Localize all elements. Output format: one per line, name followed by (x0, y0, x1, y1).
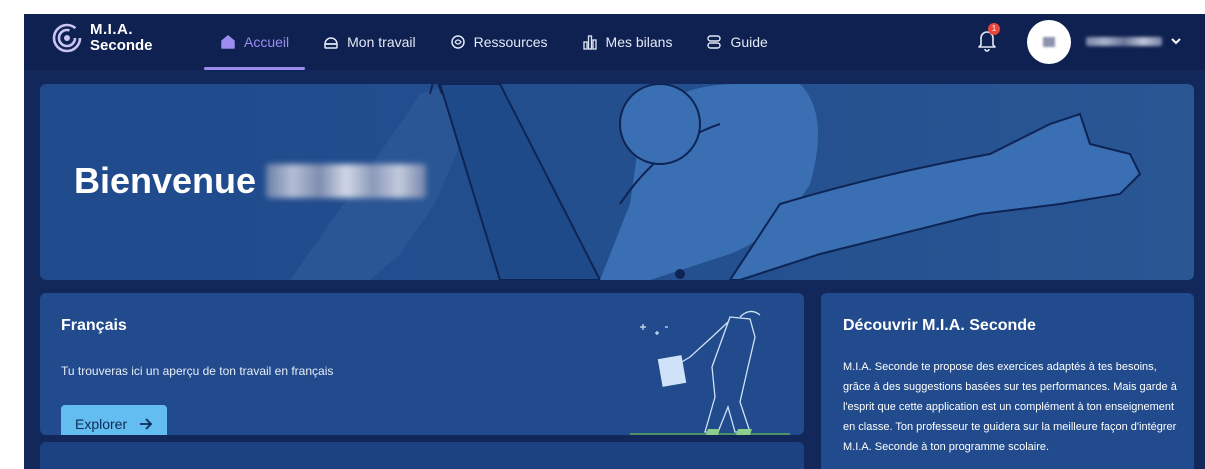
student-reading-illustration (630, 310, 790, 435)
arrow-right-icon (140, 417, 153, 430)
nav-item-ressources[interactable]: Ressources (434, 14, 564, 70)
nav-item-label: Accueil (244, 34, 290, 50)
logo-line1: M.I.A. (90, 21, 133, 38)
app-logo[interactable]: M.I.A. Seconde (52, 22, 153, 54)
nav-item-mes-bilans[interactable]: Mes bilans (566, 14, 689, 70)
nav-item-label: Ressources (473, 34, 548, 50)
discover-mia-card: Découvrir M.I.A. Seconde M.I.A. Seconde … (821, 293, 1194, 469)
notifications-button[interactable]: 1 (976, 23, 1000, 54)
bar-chart-icon (582, 35, 597, 50)
app-window: M.I.A. Seconde Accueil Mon travail Resso… (24, 14, 1205, 469)
discover-card-text: M.I.A. Seconde te propose des exercices … (843, 361, 1177, 453)
nav-item-accueil[interactable]: Accueil (204, 14, 306, 70)
explorer-button-label: Explorer (75, 415, 128, 432)
nav-item-guide[interactable]: Guide (690, 14, 783, 70)
user-name-redacted[interactable] (1086, 37, 1162, 46)
nav-item-label: Mon travail (347, 34, 416, 50)
discover-card-title: Découvrir M.I.A. Seconde (843, 317, 1036, 334)
main-nav: Accueil Mon travail Ressources Mes bilan… (204, 14, 786, 70)
nav-item-label: Guide (730, 34, 768, 50)
avatar-icon (1043, 37, 1055, 47)
notification-badge: 1 (988, 23, 1000, 35)
top-navigation-bar: M.I.A. Seconde Accueil Mon travail Resso… (24, 14, 1205, 70)
nav-item-mon-travail[interactable]: Mon travail (307, 14, 431, 70)
user-avatar[interactable] (1027, 20, 1071, 64)
welcome-text: Bienvenue (74, 160, 257, 201)
briefcase-icon (324, 37, 338, 49)
francais-card: Français Tu trouveras ici un aperçu de t… (40, 293, 804, 435)
welcome-heading: Bienvenue (74, 160, 427, 202)
nav-item-label: Mes bilans (605, 34, 673, 50)
resources-icon (450, 35, 465, 49)
francais-card-description: Tu trouveras ici un aperçu de ton travai… (61, 364, 334, 378)
logo-line2: Seconde (90, 37, 153, 54)
francais-card-title: Français (61, 317, 127, 334)
explorer-button[interactable]: Explorer (61, 405, 167, 435)
logo-text: M.I.A. Seconde (90, 22, 153, 54)
logo-spiral-icon (52, 23, 82, 53)
chevron-down-icon[interactable] (1170, 36, 1182, 46)
next-card-partial (40, 442, 804, 469)
student-name-redacted (266, 164, 427, 198)
home-icon (221, 35, 235, 49)
welcome-banner: Bienvenue (40, 84, 1194, 280)
signpost-icon (707, 35, 722, 49)
